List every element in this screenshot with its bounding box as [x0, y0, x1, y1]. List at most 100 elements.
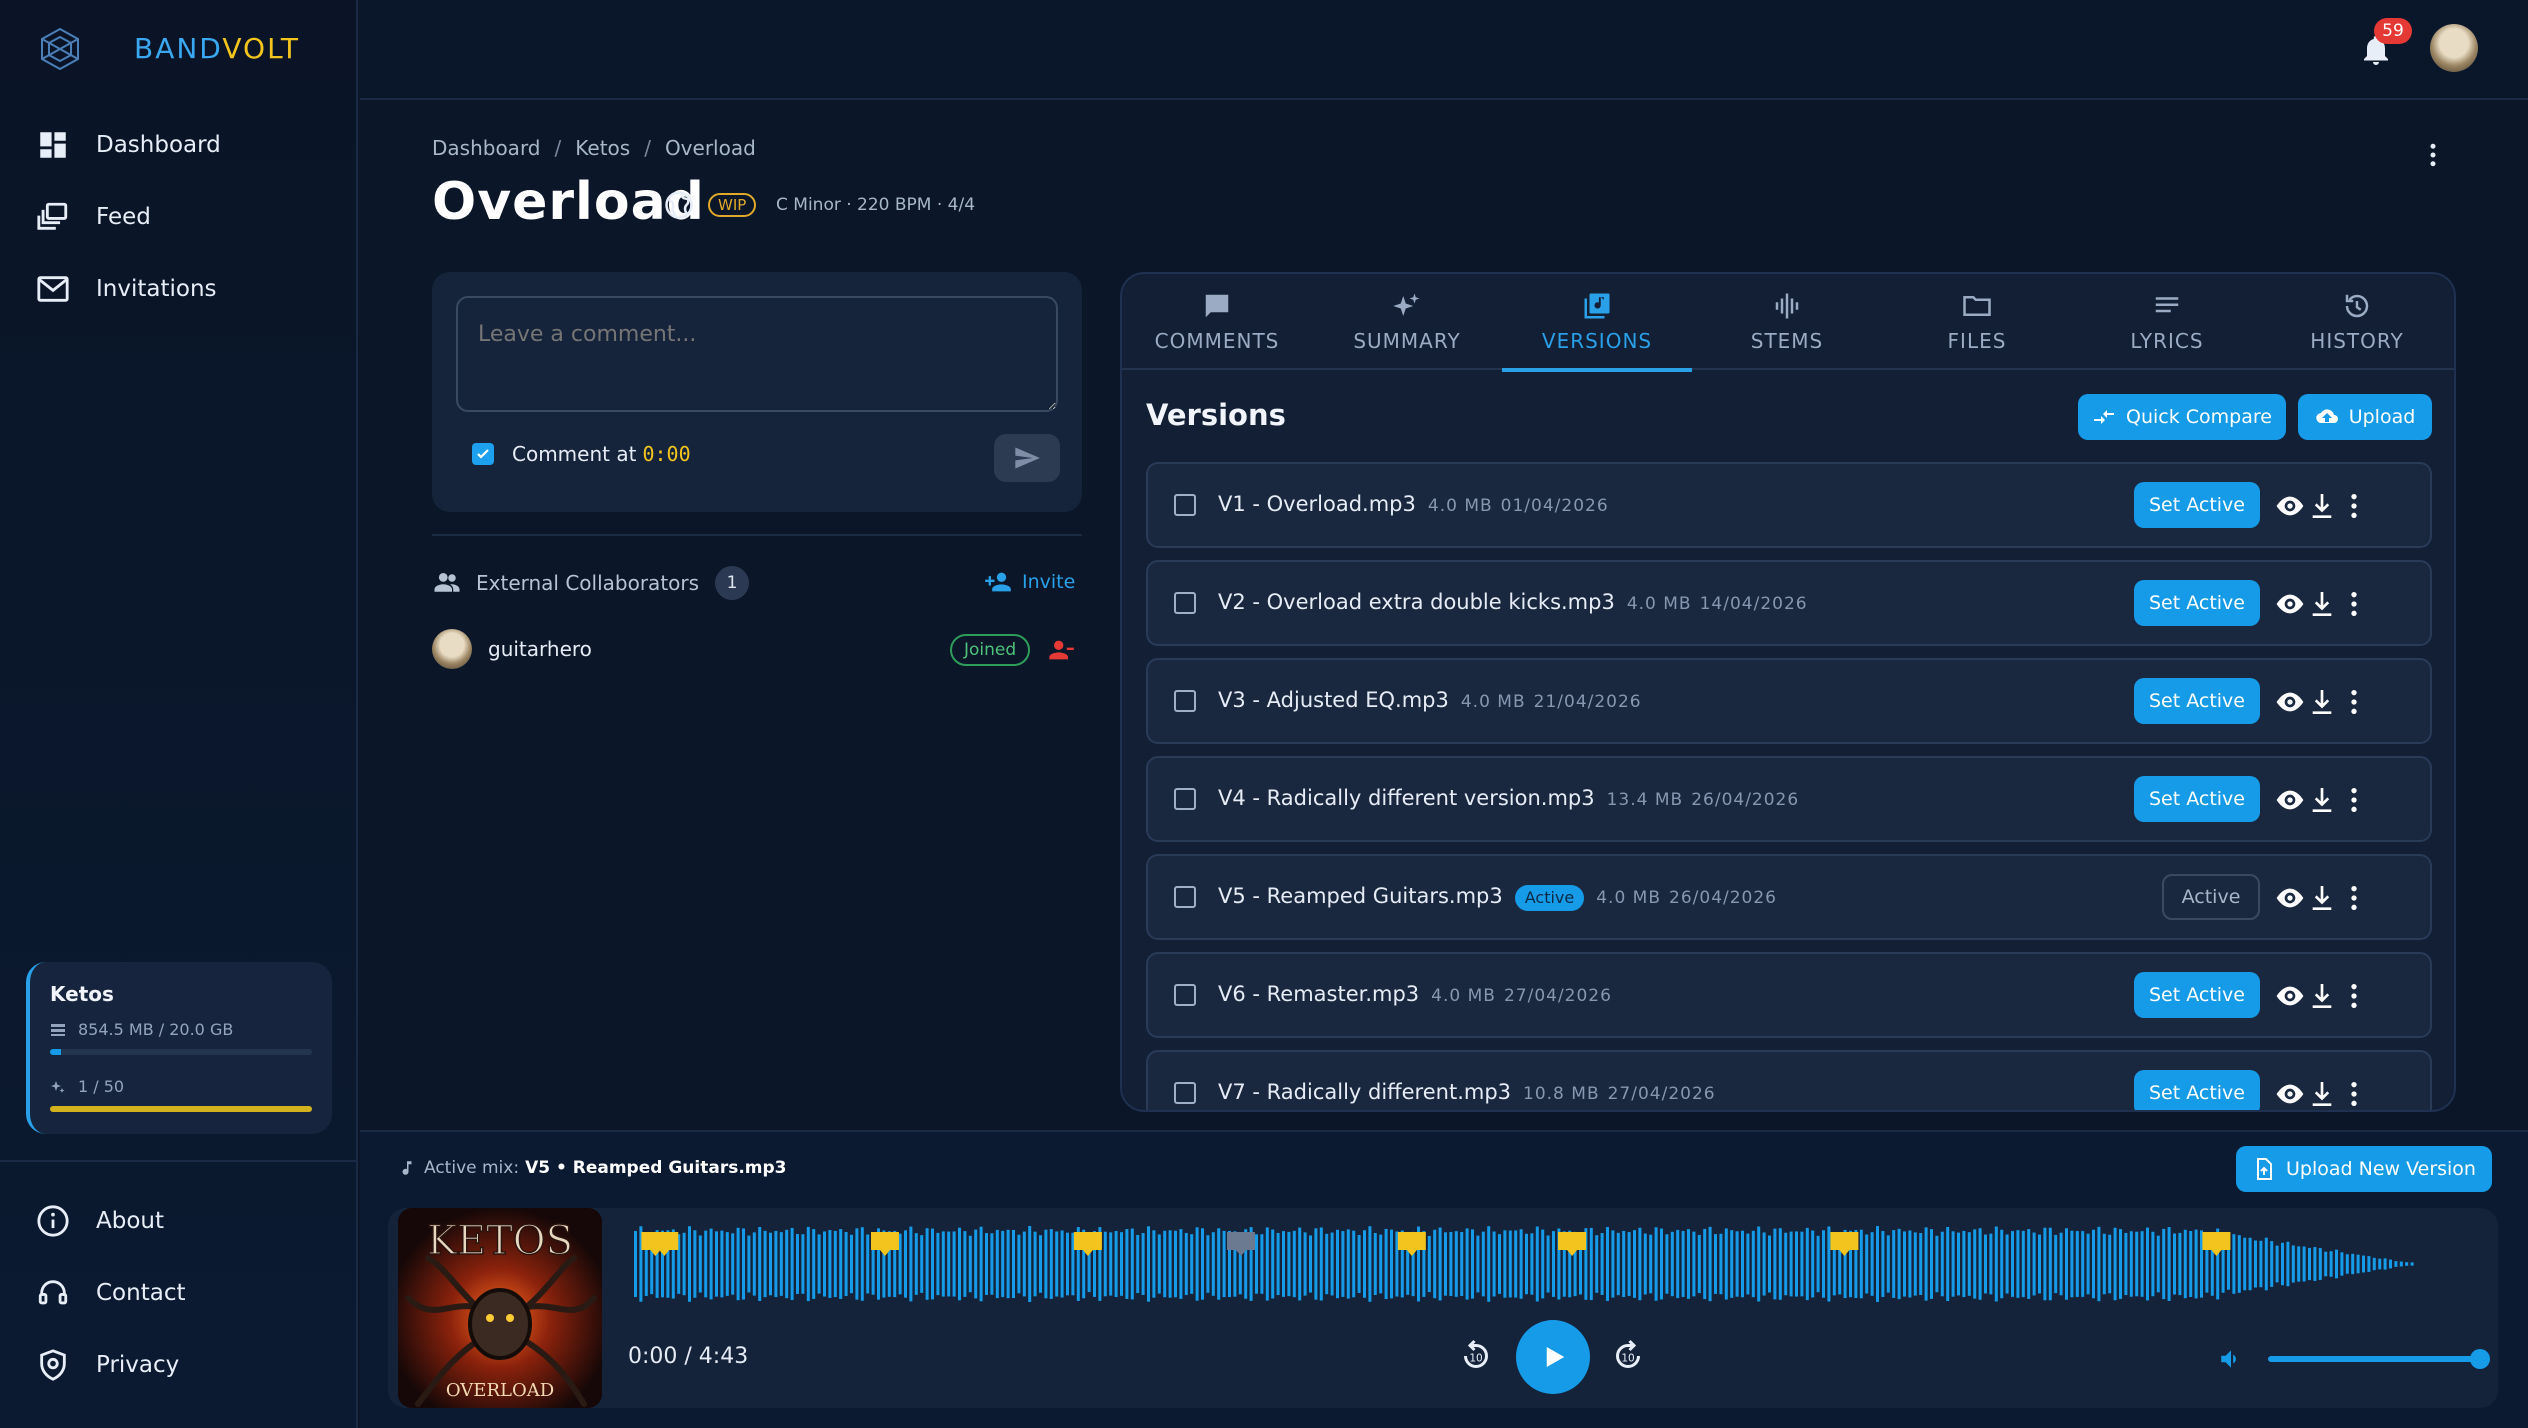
project-usage-card[interactable]: Ketos 854.5 MB / 20.0 GB 1 / 50 — [26, 962, 332, 1134]
user-avatar[interactable] — [2430, 24, 2478, 72]
breadcrumb-dashboard[interactable]: Dashboard — [432, 136, 541, 160]
version-size: 4.0 MB — [1460, 692, 1526, 712]
waveform-icon — [1775, 293, 1799, 319]
version-row[interactable]: V4 - Radically different version.mp3 13.… — [1146, 756, 2432, 842]
upload-new-version-label: Upload New Version — [2286, 1158, 2476, 1180]
waveform-bar — [1876, 1226, 1879, 1302]
version-row[interactable]: V5 - Reamped Guitars.mp3 Active 4.0 MB 2… — [1146, 854, 2432, 940]
waveform-bar — [974, 1229, 978, 1299]
lyrics-icon — [2155, 297, 2179, 313]
more-options-icon[interactable] — [2338, 686, 2370, 718]
download-icon[interactable] — [2306, 784, 2338, 816]
active-mix-label: Active mix: — [424, 1158, 520, 1178]
eye-icon[interactable] — [2274, 686, 2306, 718]
comment-at-checkbox[interactable] — [472, 443, 494, 465]
brand-name: BANDVOLT — [134, 32, 300, 65]
download-icon[interactable] — [2306, 686, 2338, 718]
eye-icon[interactable] — [2274, 588, 2306, 620]
nav-feed[interactable]: Feed — [36, 192, 336, 242]
waveform-bar — [1746, 1233, 1750, 1295]
tab-versions[interactable]: VERSIONS — [1502, 274, 1692, 372]
set-active-button[interactable]: Set Active — [2134, 580, 2260, 626]
waveform-bar — [747, 1235, 751, 1293]
download-icon[interactable] — [2306, 588, 2338, 620]
version-checkbox[interactable] — [1174, 886, 1196, 908]
breadcrumb-project[interactable]: Ketos — [575, 136, 630, 160]
rewind-10-icon[interactable]: 10 — [1458, 1338, 1494, 1374]
eye-icon[interactable] — [2274, 490, 2306, 522]
send-comment-button[interactable] — [994, 434, 1060, 482]
waveform-bar — [1271, 1229, 1275, 1299]
eye-icon[interactable] — [2274, 1078, 2306, 1110]
more-options-icon[interactable] — [2338, 784, 2370, 816]
tab-summary[interactable]: SUMMARY — [1312, 274, 1502, 370]
ai-usage-bar — [50, 1106, 312, 1112]
tab-stems[interactable]: STEMS — [1692, 274, 1882, 370]
more-options-icon[interactable] — [2338, 490, 2370, 522]
version-checkbox[interactable] — [1174, 494, 1196, 516]
upload-new-version-button[interactable]: Upload New Version — [2236, 1146, 2492, 1192]
waveform-bar — [1886, 1235, 1890, 1293]
set-active-button[interactable]: Set Active — [2134, 1070, 2260, 1110]
play-button[interactable] — [1516, 1320, 1590, 1394]
waveform-bar — [2124, 1232, 2128, 1296]
quick-compare-button[interactable]: Quick Compare — [2078, 394, 2286, 440]
brand[interactable]: BANDVOLT — [36, 24, 298, 74]
download-icon[interactable] — [2306, 490, 2338, 522]
invite-button[interactable]: Invite — [984, 568, 1075, 596]
waveform-bar — [2156, 1235, 2160, 1293]
more-options-icon[interactable] — [2338, 1078, 2370, 1110]
version-checkbox[interactable] — [1174, 1082, 1196, 1104]
nav-dashboard[interactable]: Dashboard — [36, 120, 336, 170]
waveform-bar — [1984, 1234, 1987, 1294]
tab-comments[interactable]: COMMENTS — [1122, 274, 1312, 370]
eye-icon[interactable] — [2274, 882, 2306, 914]
version-row[interactable]: V7 - Radically different.mp3 10.8 MB 27/… — [1146, 1050, 2432, 1110]
nav-invitations[interactable]: Invitations — [36, 264, 336, 314]
set-active-button[interactable]: Set Active — [2134, 482, 2260, 528]
waveform[interactable] — [628, 1214, 2488, 1314]
more-options-icon[interactable] — [2338, 980, 2370, 1012]
set-active-button[interactable]: Set Active — [2134, 972, 2260, 1018]
version-row[interactable]: V2 - Overload extra double kicks.mp3 4.0… — [1146, 560, 2432, 646]
forward-10-icon[interactable]: 10 — [1610, 1338, 1646, 1374]
waveform-bar — [2162, 1228, 2166, 1300]
download-icon[interactable] — [2306, 980, 2338, 1012]
set-active-label: Set Active — [2148, 690, 2245, 712]
tab-label: FILES — [1947, 329, 2007, 353]
tab-lyrics[interactable]: LYRICS — [2072, 274, 2262, 370]
comment-input[interactable] — [456, 296, 1058, 412]
nav-about[interactable]: About — [36, 1196, 336, 1246]
version-checkbox[interactable] — [1174, 690, 1196, 712]
eye-icon[interactable] — [2274, 980, 2306, 1012]
download-icon[interactable] — [2306, 882, 2338, 914]
download-icon[interactable] — [2306, 1078, 2338, 1110]
remove-person-icon[interactable] — [1046, 636, 1076, 664]
waveform-bar — [688, 1226, 691, 1302]
nav-privacy[interactable]: Privacy — [36, 1340, 336, 1390]
upload-button[interactable]: Upload — [2298, 394, 2432, 440]
version-info: V3 - Adjusted EQ.mp3 4.0 MB 21/04/2026 — [1218, 688, 1642, 712]
waveform-bar — [1913, 1232, 1917, 1296]
version-checkbox[interactable] — [1174, 788, 1196, 810]
version-checkbox[interactable] — [1174, 984, 1196, 1006]
more-options-icon[interactable] — [2338, 588, 2370, 620]
more-options-icon[interactable] — [2338, 882, 2370, 914]
version-row[interactable]: V3 - Adjusted EQ.mp3 4.0 MB 21/04/2026 S… — [1146, 658, 2432, 744]
eye-icon[interactable] — [2274, 784, 2306, 816]
set-active-button[interactable]: Set Active — [2134, 678, 2260, 724]
version-checkbox[interactable] — [1174, 592, 1196, 614]
tab-files[interactable]: FILES — [1882, 274, 2072, 370]
more-options-icon[interactable] — [2418, 140, 2448, 170]
volume-icon[interactable] — [2218, 1346, 2244, 1372]
waveform-bar — [2291, 1245, 2295, 1283]
set-active-button[interactable]: Set Active — [2134, 776, 2260, 822]
version-row[interactable]: V1 - Overload.mp3 4.0 MB 01/04/2026 Set … — [1146, 462, 2432, 548]
nav-contact[interactable]: Contact — [36, 1268, 336, 1318]
version-row[interactable]: V6 - Remaster.mp3 4.0 MB 27/04/2026 Set … — [1146, 952, 2432, 1038]
tab-history[interactable]: HISTORY — [2262, 274, 2452, 370]
comment-at-time-toggle[interactable]: Comment at 0:00 — [472, 442, 691, 466]
audio-player: Active mix: V5 • Reamped Guitars.mp3 Upl… — [360, 1130, 2528, 1428]
volume-slider[interactable] — [2268, 1356, 2478, 1362]
volume-slider-handle[interactable] — [2470, 1349, 2490, 1369]
